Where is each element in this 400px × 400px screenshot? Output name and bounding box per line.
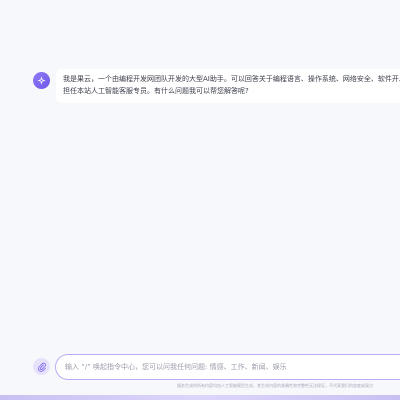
attachment-icon	[37, 362, 47, 372]
message-bubble: 我是果云，一个由编程开发网团队开发的大型AI助手。可以回答关于编程语言、操作系统…	[56, 69, 400, 103]
composer	[33, 354, 400, 380]
message-text-line: 担任本站人工智能客服专员。有什么问题我可以帮您解答呢?	[63, 86, 249, 95]
assistant-message: 我是果云，一个由编程开发网团队开发的大型AI助手。可以回答关于编程语言、操作系统…	[33, 69, 400, 112]
chat-input-box	[55, 354, 400, 380]
bottom-accent-bar	[0, 395, 400, 400]
attach-button[interactable]	[33, 358, 50, 375]
chat-area: 我是果云，一个由编程开发网团队开发的大型AI助手。可以回答关于编程语言、操作系统…	[0, 0, 400, 340]
message-text-line: 我是果云，一个由编程开发网团队开发的大型AI助手。可以回答关于编程语言、操作系统…	[63, 75, 400, 83]
assistant-avatar	[33, 72, 50, 89]
disclaimer-text: 服务生成的所有内容均由人工智能模型生成，其生成内容的准确性和完整性无法保证，不代…	[177, 383, 373, 388]
chat-app: 我是果云，一个由编程开发网团队开发的大型AI助手。可以回答关于编程语言、操作系统…	[0, 0, 400, 400]
chat-input[interactable]	[65, 355, 400, 379]
sparkle-icon	[36, 75, 47, 86]
